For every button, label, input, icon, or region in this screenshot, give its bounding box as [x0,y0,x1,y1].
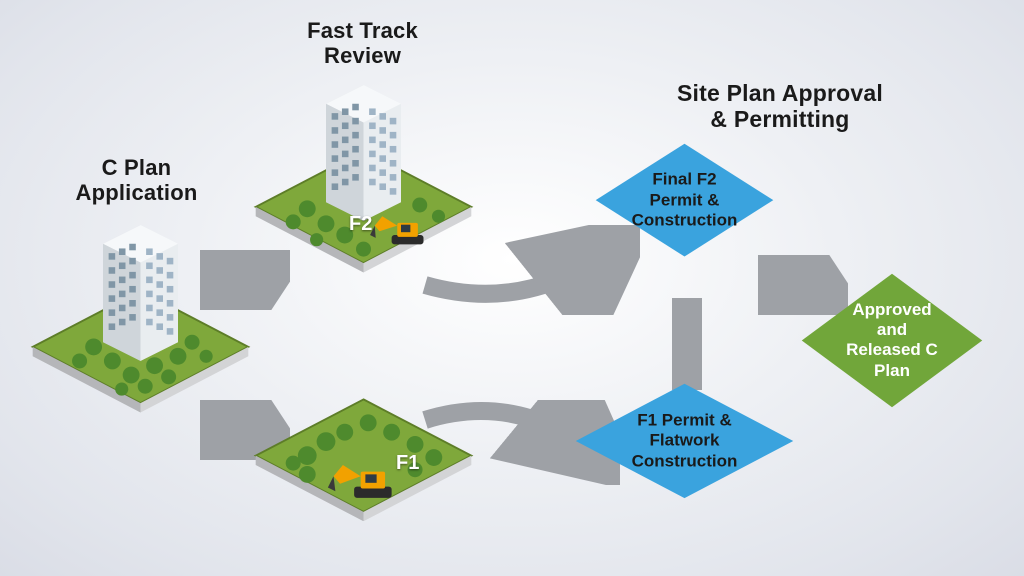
arrow-e-to-d [672,298,702,390]
node-approved-c-plan: Approved and Released C Plan [798,270,986,411]
node-final-f2-permit: Final F2 Permit & Construction [592,140,777,260]
plot-caption-f2: F2 [349,213,372,236]
node-f1-site: F1 [251,390,476,521]
heading-site-plan-approval: Site Plan Approval& Permitting [630,80,930,133]
heading-text: Site Plan Approval& Permitting [677,80,883,132]
node-f1-permit: F1 Permit & Flatwork Construction [572,380,797,502]
diamond-label: F1 Permit & Flatwork Construction [628,410,741,471]
heading-c-plan-application: C PlanApplication [44,155,229,206]
diamond-label: Final F2 Permit & Construction [632,170,738,231]
heading-text: C PlanApplication [76,155,198,205]
node-fast-track-review: F2 [251,85,476,273]
diamond-label: Approved and Released C Plan [845,300,939,382]
plot-caption-f1: F1 [396,452,419,475]
node-c-plan-application [28,225,253,413]
heading-fast-track-review: Fast TrackReview [270,18,455,69]
heading-text: Fast TrackReview [307,18,418,68]
building-icon [326,85,401,221]
building-icon [103,225,178,361]
